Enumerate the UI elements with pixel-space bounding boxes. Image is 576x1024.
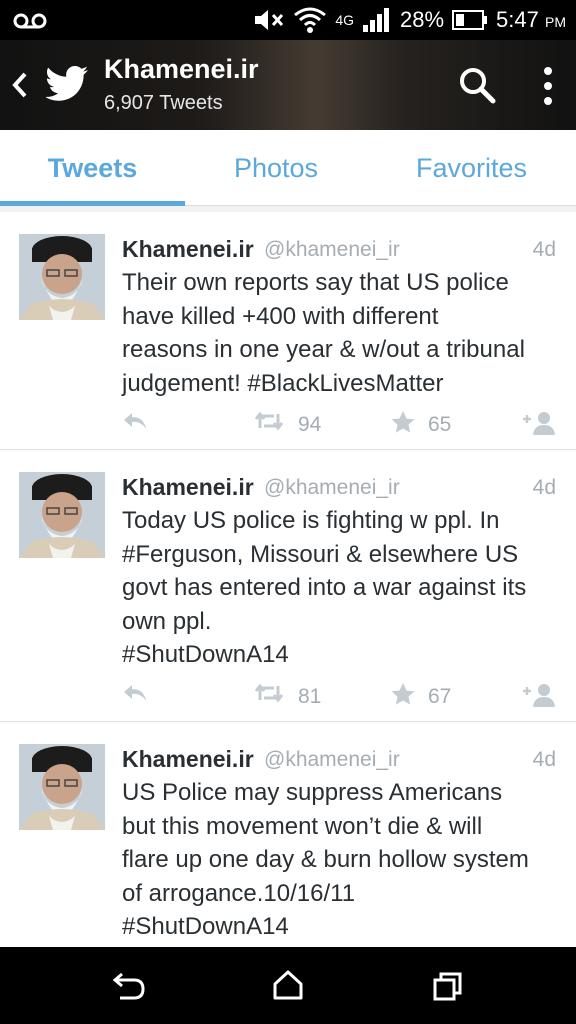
tweet-author-name[interactable]: Khamenei.ir — [122, 746, 254, 773]
voicemail-icon — [13, 13, 47, 29]
battery-percent: 28% — [400, 7, 445, 32]
retweet-count: 94 — [298, 413, 322, 436]
android-nav-bar — [0, 947, 576, 1024]
status-bar: 4G 28% 5:47 PM — [0, 0, 576, 40]
profile-header: Khamenei.ir 6,907 Tweets — [0, 40, 576, 130]
avatar-portrait — [19, 472, 105, 558]
tweet-actions: 81 67 — [0, 682, 576, 712]
profile-tabs: Tweets Photos Favorites — [0, 130, 576, 206]
avatar[interactable] — [19, 472, 105, 558]
back-nav-icon[interactable] — [112, 971, 146, 1001]
mute-icon — [255, 10, 284, 30]
tweet-author-handle[interactable]: @khamenei_ir — [264, 748, 400, 772]
tab-photos[interactable]: Photos — [185, 130, 367, 206]
favorite-count: 65 — [428, 413, 452, 436]
avatar[interactable] — [19, 744, 105, 830]
follow-add-user-icon[interactable] — [522, 410, 558, 436]
tweet-author-name[interactable]: Khamenei.ir — [122, 236, 254, 263]
reply-icon[interactable] — [122, 682, 148, 704]
tweet-item[interactable]: Khamenei.ir @khamenei_ir 4d Their own re… — [0, 212, 576, 450]
tab-favorites[interactable]: Favorites — [367, 130, 576, 206]
tweet-author-name[interactable]: Khamenei.ir — [122, 474, 254, 501]
home-nav-icon[interactable] — [272, 969, 304, 1001]
battery-icon — [452, 10, 488, 30]
follow-add-user-icon[interactable] — [522, 682, 558, 708]
reply-icon[interactable] — [122, 410, 148, 432]
retweet-count: 81 — [298, 685, 322, 708]
profile-name: Khamenei.ir — [104, 54, 259, 84]
search-icon[interactable] — [458, 66, 496, 104]
back-arrow-icon[interactable] — [10, 70, 30, 100]
tweet-item[interactable]: Khamenei.ir @khamenei_ir 4d Today US pol… — [0, 450, 576, 722]
tweet-actions: 94 65 — [0, 410, 576, 440]
avatar-portrait — [19, 744, 105, 830]
recent-apps-icon[interactable] — [432, 971, 464, 1001]
avatar-portrait — [19, 234, 105, 320]
signal-icon — [363, 8, 389, 32]
tweet-text: US Police may suppress Americans but thi… — [122, 779, 529, 941]
tweet-timestamp: 4d — [532, 476, 556, 499]
network-type-label: 4G — [335, 12, 354, 28]
favorite-star-icon[interactable] — [390, 410, 416, 434]
tweet-item[interactable]: Khamenei.ir @khamenei_ir 4d US Police ma… — [0, 722, 576, 947]
favorite-count: 67 — [428, 685, 452, 708]
more-options-icon[interactable] — [536, 64, 560, 108]
favorite-star-icon[interactable] — [390, 682, 416, 706]
retweet-icon[interactable] — [254, 682, 284, 704]
tweet-timestamp: 4d — [532, 238, 556, 261]
clock: 5:47 PM — [496, 7, 566, 32]
twitter-bird-icon[interactable] — [46, 64, 90, 104]
tweet-count: 6,907 Tweets — [104, 92, 223, 114]
tweet-feed[interactable]: Khamenei.ir @khamenei_ir 4d Their own re… — [0, 206, 576, 947]
tweet-text: Today US police is fighting w ppl. In #F… — [122, 507, 527, 669]
retweet-icon[interactable] — [254, 410, 284, 432]
tweet-timestamp: 4d — [532, 748, 556, 771]
tweet-author-handle[interactable]: @khamenei_ir — [264, 476, 400, 500]
tweet-author-handle[interactable]: @khamenei_ir — [264, 238, 400, 262]
avatar[interactable] — [19, 234, 105, 320]
tweet-text: Their own reports say that US police hav… — [122, 269, 525, 397]
tab-tweets[interactable]: Tweets — [0, 130, 185, 206]
wifi-icon — [294, 7, 327, 33]
